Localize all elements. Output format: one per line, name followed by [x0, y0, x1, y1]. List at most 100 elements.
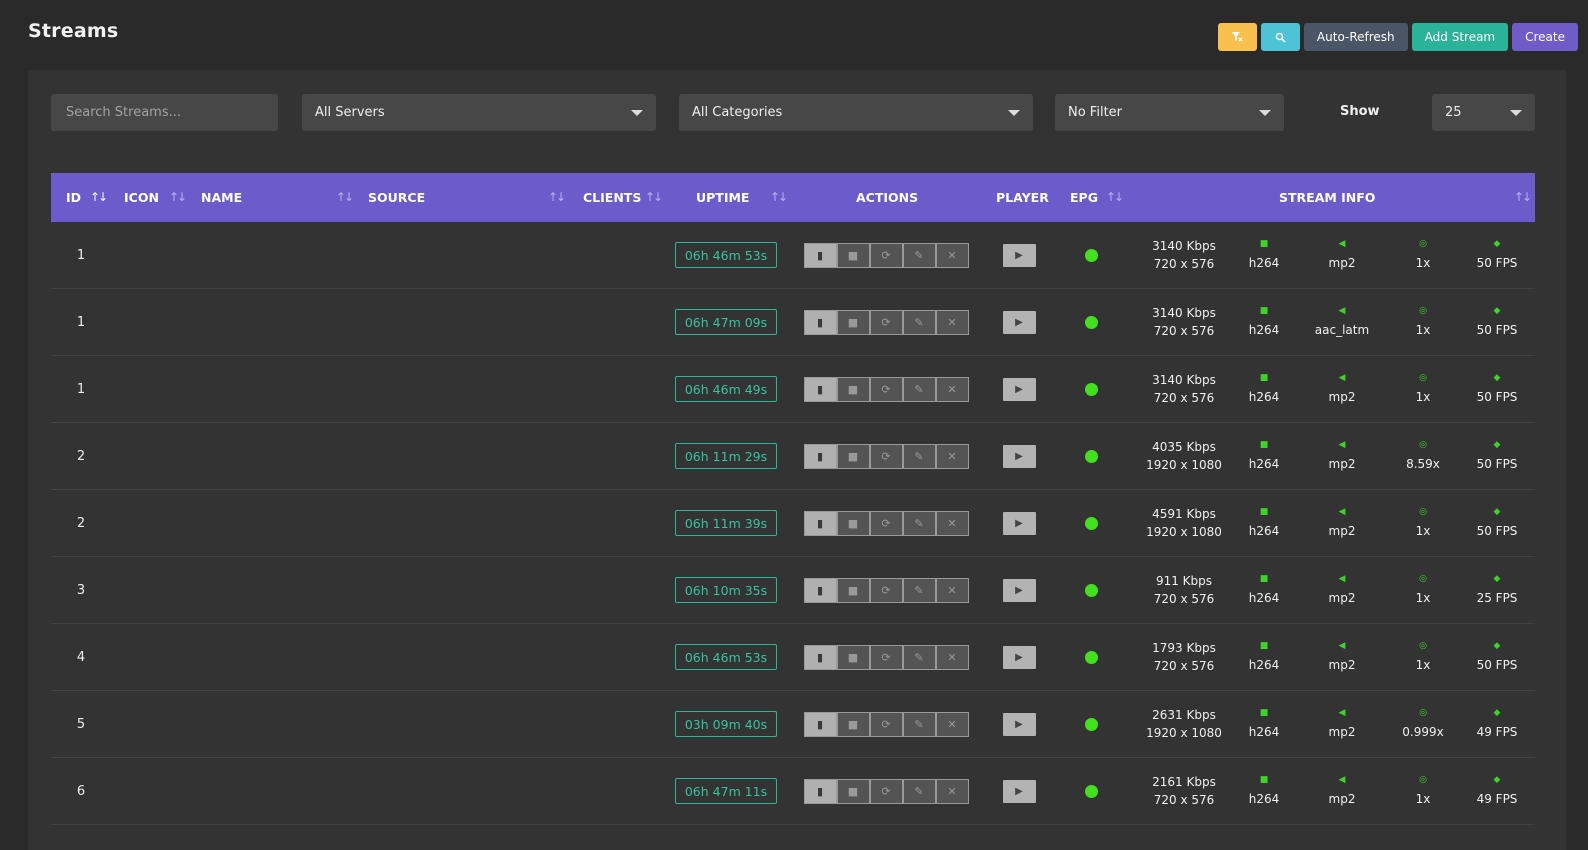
add-stream-button[interactable]: Add Stream [1411, 23, 1509, 51]
restart-button[interactable]: ⟳ [869, 577, 903, 603]
search-input[interactable] [51, 94, 278, 131]
edit-button[interactable]: ✎ [902, 577, 936, 603]
logs-button[interactable]: ▮ [803, 577, 837, 603]
sort-icon[interactable]: ↑↓ [548, 190, 566, 204]
auto-refresh-button[interactable]: Auto-Refresh [1303, 23, 1408, 51]
play-button[interactable]: ▶ [1002, 511, 1036, 535]
stop-button[interactable]: ■ [836, 443, 870, 469]
logs-button[interactable]: ▮ [803, 711, 837, 737]
delete-button[interactable]: ✕ [935, 443, 969, 469]
edit-button[interactable]: ✎ [902, 644, 936, 670]
bitrate: 3140 Kbps [1152, 239, 1216, 253]
delete-button[interactable]: ✕ [935, 242, 969, 268]
edit-button[interactable]: ✎ [902, 510, 936, 536]
stop-button[interactable]: ■ [836, 510, 870, 536]
column-name[interactable]: NAME [201, 173, 242, 222]
play-button[interactable]: ▶ [1002, 779, 1036, 803]
resolution: 720 x 576 [1153, 793, 1215, 807]
column-source[interactable]: SOURCE [368, 173, 425, 222]
restart-button[interactable]: ⟳ [869, 309, 903, 335]
restart-button[interactable]: ⟳ [869, 376, 903, 402]
logs-button[interactable]: ▮ [803, 242, 837, 268]
uptime-badge: 06h 47m 11s [674, 778, 778, 804]
edit-button[interactable]: ✎ [902, 443, 936, 469]
restart-button[interactable]: ⟳ [869, 711, 903, 737]
delete-button[interactable]: ✕ [935, 577, 969, 603]
file-icon: ▮ [816, 315, 824, 329]
edit-button[interactable]: ✎ [902, 376, 936, 402]
sort-icon[interactable]: ↑↓ [645, 190, 663, 204]
stream-id: 5 [76, 716, 86, 732]
restart-button[interactable]: ⟳ [869, 644, 903, 670]
create-button[interactable]: Create [1512, 23, 1578, 51]
status-filter-value: No Filter [1068, 105, 1123, 120]
file-icon: ▮ [816, 382, 824, 396]
play-button[interactable]: ▶ [1002, 243, 1036, 267]
play-button[interactable]: ▶ [1002, 578, 1036, 602]
logs-button[interactable]: ▮ [803, 644, 837, 670]
action-buttons: ▮ ■ ⟳ ✎ ✕ [803, 242, 969, 268]
logs-button[interactable]: ▮ [803, 309, 837, 335]
play-button[interactable]: ▶ [1002, 377, 1036, 401]
logs-button[interactable]: ▮ [803, 778, 837, 804]
stop-button[interactable]: ■ [836, 778, 870, 804]
delete-button[interactable]: ✕ [935, 711, 969, 737]
restart-button[interactable]: ⟳ [869, 242, 903, 268]
status-filter-select[interactable]: No Filter [1055, 94, 1284, 131]
play-button[interactable]: ▶ [1002, 712, 1036, 736]
sort-icon[interactable]: ↑↓ [336, 190, 354, 204]
sort-icon[interactable]: ↑↓ [770, 190, 788, 204]
column-id[interactable]: ID [66, 173, 81, 222]
fps-icon: ◆ [1493, 507, 1501, 517]
restart-button[interactable]: ⟳ [869, 510, 903, 536]
column-icon[interactable]: ICON [124, 173, 159, 222]
edit-button[interactable]: ✎ [902, 309, 936, 335]
file-icon: ▮ [816, 516, 824, 530]
stop-button[interactable]: ■ [836, 309, 870, 335]
stop-button[interactable]: ■ [836, 376, 870, 402]
categories-select[interactable]: All Categories [679, 94, 1033, 131]
logs-button[interactable]: ▮ [803, 443, 837, 469]
sort-asc-icon[interactable]: ↑↓ [90, 190, 108, 204]
column-clients[interactable]: CLIENTS [583, 173, 641, 222]
servers-select[interactable]: All Servers [302, 94, 656, 131]
play-button[interactable]: ▶ [1002, 645, 1036, 669]
restart-button[interactable]: ⟳ [869, 443, 903, 469]
action-buttons: ▮ ■ ⟳ ✎ ✕ [803, 778, 969, 804]
stop-button[interactable]: ■ [836, 711, 870, 737]
play-button[interactable]: ▶ [1002, 310, 1036, 334]
sort-icon[interactable]: ↑↓ [1514, 190, 1532, 204]
search-toggle-button[interactable] [1260, 23, 1300, 51]
stop-button[interactable]: ■ [836, 242, 870, 268]
column-uptime[interactable]: UPTIME [696, 173, 749, 222]
edit-button[interactable]: ✎ [902, 242, 936, 268]
video-codec: h264 [1248, 390, 1280, 404]
page-size-select[interactable]: 25 [1432, 94, 1535, 131]
stop-button[interactable]: ■ [836, 644, 870, 670]
stop-button[interactable]: ■ [836, 577, 870, 603]
delete-button[interactable]: ✕ [935, 778, 969, 804]
sort-icon[interactable]: ↑↓ [169, 190, 187, 204]
restart-button[interactable]: ⟳ [869, 778, 903, 804]
play-icon: ▶ [1015, 383, 1023, 395]
logs-button[interactable]: ▮ [803, 376, 837, 402]
column-epg[interactable]: EPG [1070, 173, 1098, 222]
logs-button[interactable]: ▮ [803, 510, 837, 536]
video-codec: h264 [1248, 591, 1280, 605]
stop-icon: ■ [847, 516, 859, 530]
sort-icon[interactable]: ↑↓ [1106, 190, 1124, 204]
search-field[interactable] [51, 94, 278, 131]
table-header: ID ↑↓ ICON ↑↓ NAME ↑↓ SOURCE ↑↓ CLIENTS … [51, 173, 1535, 222]
edit-button[interactable]: ✎ [902, 778, 936, 804]
edit-button[interactable]: ✎ [902, 711, 936, 737]
uptime-badge: 03h 09m 40s [674, 711, 778, 737]
delete-button[interactable]: ✕ [935, 510, 969, 536]
delete-button[interactable]: ✕ [935, 376, 969, 402]
edit-icon: ✎ [914, 449, 924, 463]
play-button[interactable]: ▶ [1002, 444, 1036, 468]
delete-button[interactable]: ✕ [935, 644, 969, 670]
column-player: PLAYER [996, 190, 1049, 205]
delete-button[interactable]: ✕ [935, 309, 969, 335]
video-codec: h264 [1248, 792, 1280, 806]
clear-filters-button[interactable] [1217, 23, 1257, 51]
